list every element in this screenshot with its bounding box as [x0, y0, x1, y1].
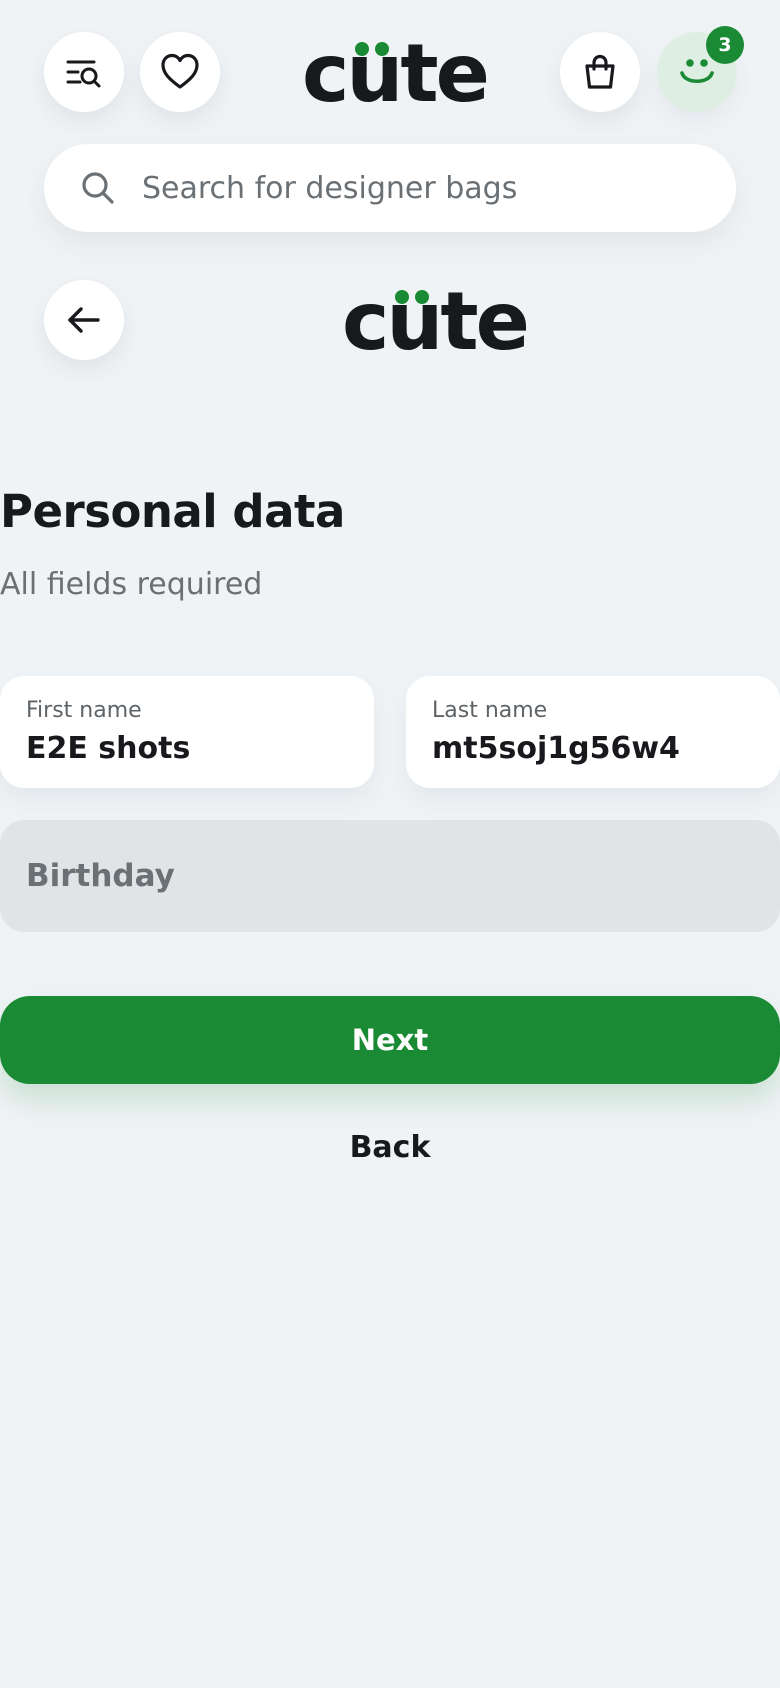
page-subtitle: All fields required — [0, 567, 263, 602]
search-icon — [82, 172, 114, 204]
menu-button[interactable] — [44, 32, 124, 112]
shopping-bag-icon — [585, 54, 615, 89]
menu-search-icon — [66, 60, 101, 88]
back-arrow-button[interactable] — [44, 280, 124, 360]
logo-dots — [395, 290, 433, 304]
logo-text: cute — [342, 275, 530, 368]
search-bar[interactable] — [44, 144, 736, 232]
next-button[interactable]: Next — [0, 996, 780, 1084]
first-name-field[interactable]: First name E2E shots — [0, 676, 374, 788]
first-name-value[interactable]: E2E shots — [26, 731, 348, 766]
page-title: Personal data — [0, 485, 345, 538]
back-link[interactable]: Back — [0, 1130, 780, 1165]
favorites-button[interactable] — [140, 32, 220, 112]
birthday-placeholder: Birthday — [26, 858, 175, 894]
last-name-field[interactable]: Last name mt5soj1g56w4 — [406, 676, 780, 788]
cart-button[interactable] — [560, 32, 640, 112]
page-logo: cute — [342, 282, 530, 362]
logo-text: cute — [302, 27, 490, 120]
account-badge: 3 — [706, 26, 744, 64]
first-name-label: First name — [26, 698, 142, 723]
search-input[interactable] — [142, 170, 702, 206]
arrow-left-icon — [68, 307, 100, 333]
heart-icon — [161, 53, 199, 89]
logo-dots — [355, 42, 393, 56]
last-name-label: Last name — [432, 698, 548, 723]
last-name-value[interactable]: mt5soj1g56w4 — [432, 731, 754, 766]
birthday-field[interactable]: Birthday — [0, 820, 780, 932]
site-logo[interactable]: cute — [302, 34, 490, 114]
page: cute 3 cute — [0, 0, 780, 1688]
